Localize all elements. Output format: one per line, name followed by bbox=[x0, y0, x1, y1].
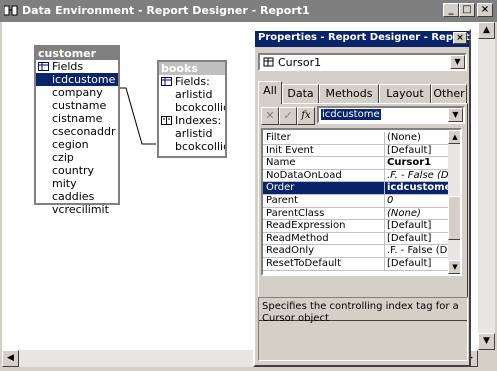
property-row[interactable]: Filter (None) bbox=[263, 132, 448, 145]
field-item[interactable]: caddies bbox=[36, 190, 118, 203]
property-value[interactable]: .F. - False (De bbox=[384, 169, 448, 182]
property-value[interactable]: .F. - False (Def bbox=[384, 245, 448, 258]
indexes-group[interactable]: Indexes: bbox=[159, 114, 225, 127]
property-value[interactable]: icdcustome bbox=[384, 182, 448, 195]
property-value[interactable]: Cursor1 bbox=[384, 157, 448, 170]
vertical-scrollbar[interactable]: ▲ ▼ bbox=[478, 22, 495, 350]
customer-table-title[interactable]: customer bbox=[36, 47, 118, 60]
property-value[interactable]: 0 bbox=[384, 195, 448, 207]
close-button[interactable]: × bbox=[477, 3, 493, 17]
property-row[interactable]: ReadOnly .F. - False (Def bbox=[263, 245, 448, 258]
indexes-book-icon bbox=[161, 115, 172, 125]
property-name: ReadExpression bbox=[266, 220, 346, 232]
index-item[interactable]: arlistid bbox=[159, 127, 225, 140]
property-value[interactable]: [Default] bbox=[384, 220, 448, 233]
property-name: ReadMethod bbox=[266, 232, 329, 244]
tab-other[interactable]: Other bbox=[431, 84, 467, 104]
app-icon bbox=[3, 4, 18, 17]
property-description: Specifies the controlling index tag for … bbox=[258, 297, 468, 361]
object-selector-value: Cursor1 bbox=[278, 56, 322, 69]
index-item[interactable]: bcokcollid bbox=[159, 140, 225, 153]
object-selector[interactable]: Cursor1 ▼ bbox=[258, 53, 467, 71]
property-row[interactable]: Init Event [Default] bbox=[263, 144, 448, 158]
property-name: NoDataOnLoad bbox=[266, 169, 342, 181]
field-item[interactable]: cegion bbox=[36, 138, 118, 151]
property-value[interactable]: [Default] bbox=[384, 144, 448, 157]
property-row[interactable]: NoDataOnLoad .F. - False (De bbox=[263, 169, 448, 183]
minimize-button[interactable]: _ bbox=[443, 3, 459, 17]
field-item[interactable]: bcokcollid bbox=[159, 101, 225, 114]
field-item[interactable]: cseconaddr bbox=[36, 125, 118, 138]
field-item[interactable]: vcrecilimit bbox=[36, 203, 118, 216]
property-name: ReadOnly bbox=[266, 245, 315, 257]
fields-group-label: Fields bbox=[52, 60, 84, 73]
tab-all[interactable]: All bbox=[258, 81, 282, 104]
indexes-group-label: Indexes: bbox=[175, 114, 222, 127]
books-table[interactable]: books Fields: arlistid bcokcollid Indexe… bbox=[157, 60, 227, 158]
cursor-object-icon bbox=[262, 55, 276, 69]
properties-titlebar[interactable]: Properties - Report Designer - Report1 × bbox=[255, 31, 477, 47]
field-item[interactable]: czip bbox=[36, 151, 118, 164]
property-row[interactable]: Order icdcustome bbox=[263, 182, 448, 195]
property-name: ParentClass bbox=[266, 207, 325, 219]
property-name: ResetToDefault bbox=[266, 258, 341, 269]
main-titlebar[interactable]: Data Environment - Report Designer - Rep… bbox=[0, 0, 497, 22]
cancel-x-icon[interactable]: ✕ bbox=[261, 107, 279, 125]
property-name: Parent bbox=[266, 195, 299, 206]
chevron-down-icon[interactable]: ▼ bbox=[448, 108, 463, 122]
property-value[interactable]: [Default] bbox=[384, 232, 448, 245]
tab-data[interactable]: Data bbox=[282, 84, 319, 104]
grid-scrollbar[interactable]: ▲ ▼ bbox=[448, 130, 460, 274]
property-value[interactable]: (None) bbox=[384, 132, 448, 144]
scroll-down-arrow-icon[interactable]: ▼ bbox=[448, 260, 460, 274]
property-value-input[interactable]: icdcustome ▼ bbox=[317, 106, 465, 124]
property-name: Name bbox=[266, 157, 296, 169]
scroll-up-arrow-icon[interactable]: ▲ bbox=[478, 22, 495, 39]
properties-window[interactable]: Properties - Report Designer - Report1 ×… bbox=[253, 29, 477, 367]
fields-group[interactable]: Fields: bbox=[159, 75, 225, 88]
property-row[interactable]: ReadMethod [Default] bbox=[263, 232, 448, 246]
field-item[interactable]: arlistid bbox=[159, 88, 225, 101]
property-row[interactable]: ParentClass (None) bbox=[263, 207, 448, 221]
window-title: Data Environment - Report Designer - Rep… bbox=[22, 4, 310, 17]
property-grid[interactable]: Filter (None) Init Event [Default] Name Curso… bbox=[261, 128, 462, 276]
property-value[interactable]: (None) bbox=[384, 207, 448, 220]
fields-group[interactable]: Fields bbox=[36, 60, 118, 73]
field-item[interactable]: custname bbox=[36, 99, 118, 112]
field-item[interactable]: country bbox=[36, 164, 118, 177]
accept-check-icon[interactable]: ✓ bbox=[279, 107, 297, 125]
fields-group-label: Fields: bbox=[175, 75, 210, 88]
property-value-text: icdcustome bbox=[321, 109, 381, 120]
scroll-down-arrow-icon[interactable]: ▼ bbox=[478, 333, 495, 350]
tab-layout[interactable]: Layout bbox=[379, 84, 431, 104]
property-row[interactable]: ResetToDefault [Default] bbox=[263, 258, 448, 271]
maximize-button[interactable]: □ bbox=[459, 3, 475, 17]
property-name: Order bbox=[266, 182, 295, 194]
fields-grid-icon bbox=[38, 61, 49, 71]
field-item[interactable]: mity bbox=[36, 177, 118, 190]
property-row[interactable]: Name Cursor1 bbox=[263, 157, 448, 170]
chevron-down-icon[interactable]: ▼ bbox=[450, 55, 465, 69]
field-item[interactable]: cistname bbox=[36, 112, 118, 125]
field-item[interactable]: company bbox=[36, 86, 118, 99]
grid-scroll-thumb[interactable] bbox=[448, 196, 460, 240]
fields-grid-icon bbox=[161, 76, 172, 86]
property-value[interactable]: [Default] bbox=[384, 258, 448, 270]
properties-title: Properties - Report Designer - Report1 bbox=[258, 32, 477, 43]
field-item[interactable]: icdcustome bbox=[36, 73, 118, 86]
scroll-left-arrow-icon[interactable]: ◀ bbox=[2, 350, 19, 367]
scroll-up-arrow-icon[interactable]: ▲ bbox=[448, 130, 460, 144]
books-table-title[interactable]: books bbox=[159, 62, 225, 75]
data-environment-window: Data Environment - Report Designer - Rep… bbox=[0, 0, 497, 371]
property-row[interactable]: Parent 0 bbox=[263, 195, 448, 208]
tab-methods[interactable]: Methods bbox=[319, 84, 379, 104]
function-fx-icon[interactable]: fx bbox=[297, 107, 315, 125]
properties-close-button[interactable]: × bbox=[453, 32, 467, 44]
property-name: Init Event bbox=[266, 144, 314, 156]
property-name: Filter bbox=[266, 132, 291, 143]
property-row[interactable]: ReadExpression [Default] bbox=[263, 220, 448, 233]
customer-table[interactable]: customer Fields icdcustome company custn… bbox=[34, 45, 120, 216]
